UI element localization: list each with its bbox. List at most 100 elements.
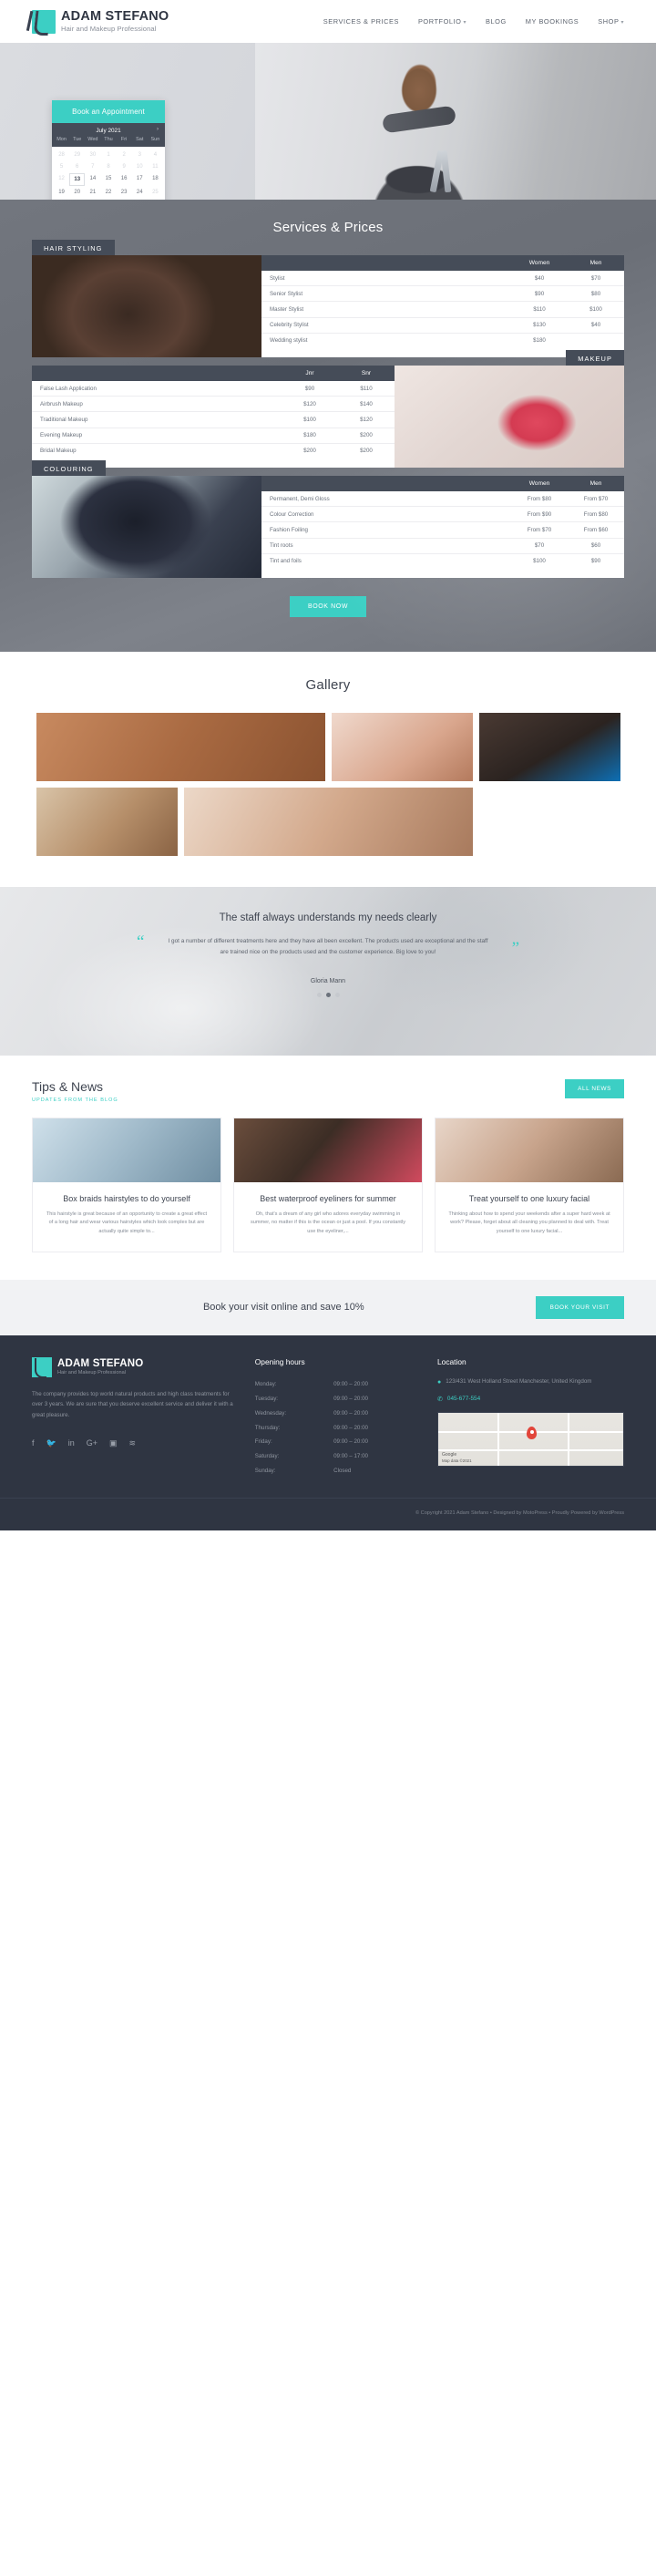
service-price: $120 bbox=[338, 411, 395, 428]
services-blocks: HAIR STYLING Women Men Stylist $40 $70 Senior … bbox=[0, 240, 656, 578]
calendar-day: 25 bbox=[152, 189, 159, 195]
footer-location-title: Location bbox=[437, 1356, 466, 1366]
calendar-day[interactable]: 19 bbox=[54, 186, 69, 198]
calendar-day[interactable]: 18 bbox=[148, 173, 163, 187]
footer-copyright-bar: © Copyright 2021 Adam Stefano • Designed… bbox=[0, 1498, 656, 1530]
brand-name: ADAM STEFANO bbox=[61, 8, 169, 24]
calendar-day[interactable]: 24 bbox=[132, 186, 148, 198]
booking-calendar-widget[interactable]: Book an Appointment July 2021 › Mon Tue We… bbox=[52, 100, 165, 200]
calendar-day: 8 bbox=[107, 164, 110, 170]
footer-brand[interactable]: ADAM STEFANO Hair and Makeup Professiona… bbox=[32, 1356, 235, 1378]
calendar-day[interactable]: 21 bbox=[85, 186, 100, 198]
price-row: Senior Stylist $90 $80 bbox=[261, 285, 624, 303]
service-price: $100 bbox=[282, 411, 338, 428]
calendar-day[interactable]: 17 bbox=[132, 173, 148, 187]
price-row: Colour Correction From $90 From $80 bbox=[261, 506, 624, 523]
footer-brand-tagline: Hair and Makeup Professional bbox=[57, 1370, 126, 1376]
book-now-button[interactable]: BOOK NOW bbox=[290, 596, 366, 617]
price-column-header: Women bbox=[511, 476, 568, 491]
calendar-day[interactable]: 16 bbox=[117, 173, 132, 187]
map-data-label: Map data ©2021 bbox=[442, 1458, 472, 1464]
facebook-icon[interactable]: f bbox=[32, 1438, 35, 1448]
service-price: $180 bbox=[282, 428, 338, 444]
hours-day: Sunday: bbox=[254, 1468, 276, 1475]
gallery-item-blue-lips-braids[interactable] bbox=[479, 713, 620, 781]
calendar-day: 5 bbox=[59, 164, 64, 170]
testimonial-dot[interactable] bbox=[334, 992, 340, 997]
gallery-grid bbox=[36, 713, 620, 856]
price-row: Permanent, Demi Gloss From $80 From $70 bbox=[261, 491, 624, 508]
all-news-button[interactable]: ALL NEWS bbox=[565, 1079, 624, 1098]
location-map[interactable]: Google Map data ©2021 bbox=[437, 1412, 624, 1468]
service-price: $90 bbox=[511, 285, 568, 303]
price-column-header: Women bbox=[511, 255, 568, 271]
instagram-icon[interactable]: ▣ bbox=[109, 1438, 118, 1448]
linkedin-icon[interactable]: in bbox=[68, 1438, 75, 1448]
service-name: Tint and foils bbox=[270, 558, 302, 565]
book-your-visit-button[interactable]: BOOK YOUR VISIT bbox=[535, 1295, 624, 1319]
service-name: Fashion Foiling bbox=[261, 521, 511, 539]
nav-item-shop[interactable]: SHOP ▾ bbox=[598, 17, 624, 26]
twitter-icon[interactable]: 🐦 bbox=[46, 1438, 56, 1448]
calendar-day-selected[interactable]: 13 bbox=[69, 172, 86, 187]
nav-item-services[interactable]: SERVICES & PRICES bbox=[323, 17, 399, 26]
map-pin-icon: ● bbox=[437, 1378, 442, 1386]
next-month-icon[interactable]: › bbox=[157, 127, 159, 132]
service-price: $200 bbox=[360, 448, 373, 455]
rss-icon[interactable]: ≋ bbox=[129, 1438, 137, 1448]
gallery-title: Gallery bbox=[305, 677, 351, 693]
service-name: Senior Stylist bbox=[261, 285, 511, 303]
footer-address-text: 123/431 West Holland Street Manchester, … bbox=[446, 1377, 592, 1385]
gallery-item-eye-makeup[interactable] bbox=[332, 713, 473, 781]
footer-phone-row[interactable]: ✆ 045-677-554 bbox=[437, 1395, 624, 1405]
opening-hours-row: Wednesday: 09:00 – 20:00 bbox=[255, 1406, 417, 1421]
tips-post-card[interactable]: Treat yourself to one luxury facial Thin… bbox=[435, 1118, 624, 1252]
gallery-item-bridal-updo[interactable] bbox=[36, 788, 178, 856]
nav-item-my-bookings[interactable]: MY BOOKINGS bbox=[526, 17, 579, 26]
service-price: $40 bbox=[568, 317, 624, 334]
footer-phone-number[interactable]: 045-677-554 bbox=[447, 1395, 480, 1405]
price-row: Bridal Makeup $200 $200 bbox=[32, 443, 395, 459]
service-price: From $80 bbox=[511, 491, 568, 508]
service-price: $80 bbox=[568, 285, 624, 303]
testimonial-dot[interactable] bbox=[316, 992, 322, 997]
footer-location-col: Location ● 123/431 West Holland Street M… bbox=[437, 1357, 624, 1478]
post-thumbnail bbox=[234, 1118, 422, 1182]
testimonial-heading: The staff always understands my needs cl… bbox=[219, 912, 437, 923]
gallery-item-lipstick-application[interactable] bbox=[184, 788, 473, 856]
service-price bbox=[568, 333, 624, 348]
service-image bbox=[395, 366, 624, 468]
service-price: $70 bbox=[511, 538, 568, 554]
calendar-day[interactable]: 15 bbox=[100, 173, 116, 187]
scissors-icon bbox=[440, 149, 452, 193]
tips-post-card[interactable]: Best waterproof eyeliners for summer Oh,… bbox=[233, 1118, 423, 1252]
copyright-text: © Copyright 2021 Adam Stefano • Designed… bbox=[415, 1510, 624, 1517]
testimonial-dot-active[interactable] bbox=[325, 992, 331, 997]
cta-heading: Book your visit online and save 10% bbox=[202, 1302, 364, 1314]
service-price-table: Women Men Stylist $40 $70 Senior Stylist $90 $8… bbox=[261, 255, 624, 357]
footer-address: ● 123/431 West Holland Street Manchester… bbox=[437, 1377, 624, 1387]
tips-subtitle: UPDATES FROM THE BLOG bbox=[32, 1097, 118, 1103]
footer-social-links: f 🐦 in G+ ▣ ≋ bbox=[32, 1438, 235, 1448]
service-price: $40 bbox=[511, 271, 568, 287]
google-plus-icon[interactable]: G+ bbox=[87, 1438, 97, 1448]
tips-post-card[interactable]: Box braids hairstyles to do yourself Thi… bbox=[32, 1118, 221, 1252]
calendar-day[interactable]: 20 bbox=[69, 186, 85, 198]
service-price: $200 bbox=[338, 428, 395, 444]
brand-logo[interactable]: ADAM STEFANO Hair and Makeup Professiona… bbox=[32, 8, 169, 34]
calendar-day[interactable]: 23 bbox=[117, 186, 132, 198]
hours-value: 09:00 – 20:00 bbox=[333, 1381, 368, 1388]
gallery-item-henna-hands[interactable] bbox=[36, 713, 325, 781]
price-column-header: Snr bbox=[338, 366, 395, 381]
calendar-day[interactable]: 22 bbox=[100, 186, 116, 198]
service-price: $60 bbox=[568, 538, 624, 554]
price-row: Master Stylist $110 $100 bbox=[261, 301, 624, 318]
nav-item-blog[interactable]: BLOG bbox=[486, 17, 507, 26]
testimonial-section: The staff always understands my needs cl… bbox=[0, 887, 656, 1056]
service-name: Wedding stylist bbox=[270, 337, 308, 345]
calendar-day-grid[interactable]: 28 29 30 1 2 3 4 5 6 7 8 9 10 11 12 13 14 15 16 17 18 19 20 21 2… bbox=[52, 147, 165, 200]
nav-item-portfolio[interactable]: PORTFOLIO ▾ bbox=[418, 17, 466, 26]
testimonial-dots[interactable] bbox=[137, 992, 519, 997]
service-name: Stylist bbox=[261, 271, 511, 287]
calendar-day[interactable]: 14 bbox=[85, 173, 100, 187]
